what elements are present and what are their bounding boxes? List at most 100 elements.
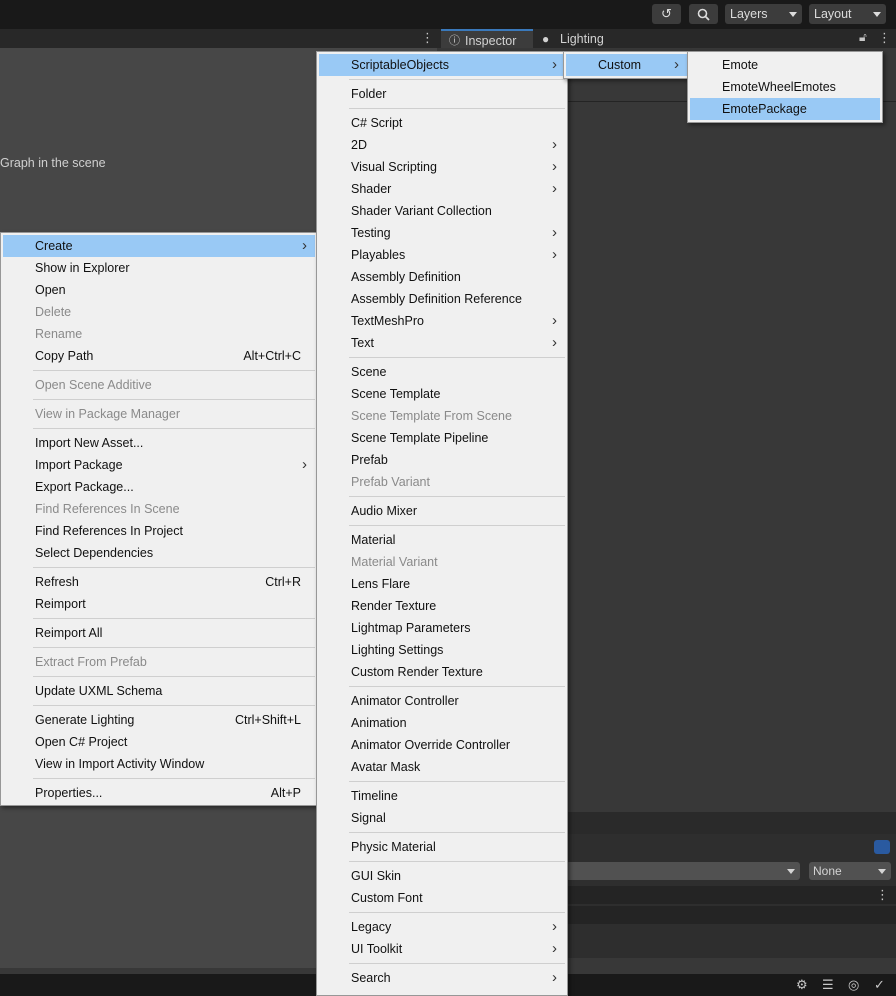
menu-item-shader[interactable]: Shader › xyxy=(319,178,565,200)
menu-item-update-uxml-schema[interactable]: Update UXML Schema xyxy=(3,680,315,702)
menu-item-assembly-definition[interactable]: Assembly Definition xyxy=(319,266,565,288)
menu-item-find-references-in-project[interactable]: Find References In Project xyxy=(3,520,315,542)
menu-item-folder[interactable]: Folder xyxy=(319,83,565,105)
menu-item-shader-variant-collection[interactable]: Shader Variant Collection xyxy=(319,200,565,222)
history-icon: ↺ xyxy=(661,6,672,21)
menu-item-label: GUI Skin xyxy=(351,869,402,883)
menu-item-testing[interactable]: Testing › xyxy=(319,222,565,244)
menu-item-open-c-project[interactable]: Open C# Project xyxy=(3,731,315,753)
menu-item-label: Create xyxy=(35,239,73,253)
menu-item-label: Lens Flare xyxy=(351,577,411,591)
menu-item-view-in-import-activity-window[interactable]: View in Import Activity Window xyxy=(3,753,315,775)
menu-item-custom[interactable]: Custom › xyxy=(566,54,687,76)
menu-item-label: Testing xyxy=(351,226,391,240)
menu-item-export-package[interactable]: Export Package... xyxy=(3,476,315,498)
menu-item-scene[interactable]: Scene xyxy=(319,361,565,383)
history-button[interactable]: ↺ xyxy=(652,4,681,24)
more-options-icon[interactable]: ⋮ xyxy=(876,887,889,903)
menu-item-lightmap-parameters[interactable]: Lightmap Parameters xyxy=(319,617,565,639)
chevron-right-icon: › xyxy=(674,56,679,73)
menu-item-prefab[interactable]: Prefab xyxy=(319,449,565,471)
menu-item-visual-scripting[interactable]: Visual Scripting › xyxy=(319,156,565,178)
check-circle-icon[interactable]: ✓ xyxy=(874,977,885,993)
menu-item-physic-material[interactable]: Physic Material xyxy=(319,836,565,858)
menu-item-emotewheelemotes[interactable]: EmoteWheelEmotes xyxy=(690,76,880,98)
chevron-right-icon: › xyxy=(552,969,557,986)
menu-item-label: EmoteWheelEmotes xyxy=(722,80,836,94)
menu-item-create[interactable]: Create › xyxy=(3,235,315,257)
menu-item-lighting-settings[interactable]: Lighting Settings xyxy=(319,639,565,661)
menu-item-timeline[interactable]: Timeline xyxy=(319,785,565,807)
network-icon[interactable]: ◎ xyxy=(848,977,859,993)
menu-item-2d[interactable]: 2D › xyxy=(319,134,565,156)
menu-item-generate-lighting[interactable]: Generate Lighting Ctrl+Shift+L xyxy=(3,709,315,731)
bottom-inspector-panel: None ⋮ xyxy=(566,812,896,958)
menu-item-prefab-variant: Prefab Variant xyxy=(319,471,565,493)
menu-item-reimport-all[interactable]: Reimport All xyxy=(3,622,315,644)
menu-item-text[interactable]: Text › xyxy=(319,332,565,354)
menu-item-import-package[interactable]: Import Package › xyxy=(3,454,315,476)
more-options-icon[interactable]: ⋮ xyxy=(421,30,434,46)
menu-item-custom-font[interactable]: Custom Font xyxy=(319,887,565,909)
menu-item-import-new-asset[interactable]: Import New Asset... xyxy=(3,432,315,454)
menu-separator xyxy=(33,370,315,371)
search-button[interactable] xyxy=(689,4,718,24)
menu-item-animator-override-controller[interactable]: Animator Override Controller xyxy=(319,734,565,756)
menu-item-shortcut: Ctrl+R xyxy=(265,575,301,589)
menu-item-select-dependencies[interactable]: Select Dependencies xyxy=(3,542,315,564)
menu-item-open[interactable]: Open xyxy=(3,279,315,301)
menu-item-scene-template[interactable]: Scene Template xyxy=(319,383,565,405)
menu-item-audio-mixer[interactable]: Audio Mixer xyxy=(319,500,565,522)
menu-item-label: Scene Template Pipeline xyxy=(351,431,489,445)
more-options-icon[interactable]: ⋮ xyxy=(878,30,891,46)
menu-item-scene-template-pipeline[interactable]: Scene Template Pipeline xyxy=(319,427,565,449)
menu-item-textmeshpro[interactable]: TextMeshPro › xyxy=(319,310,565,332)
menu-item-gui-skin[interactable]: GUI Skin xyxy=(319,865,565,887)
menu-item-scene-template-from-scene: Scene Template From Scene xyxy=(319,405,565,427)
menu-item-copy-path[interactable]: Copy Path Alt+Ctrl+C xyxy=(3,345,315,367)
menu-item-avatar-mask[interactable]: Avatar Mask xyxy=(319,756,565,778)
menu-item-label: Delete xyxy=(35,305,72,319)
menu-item-show-in-explorer[interactable]: Show in Explorer xyxy=(3,257,315,279)
menu-item-label: Import New Asset... xyxy=(35,436,144,450)
bug-icon[interactable]: ⚙ xyxy=(796,977,808,993)
menu-item-reimport[interactable]: Reimport xyxy=(3,593,315,615)
menu-item-label: Material Variant xyxy=(351,555,438,569)
layout-dropdown[interactable]: Layout xyxy=(809,4,886,24)
menu-item-label: Export Package... xyxy=(35,480,134,494)
menu-item-scriptableobjects[interactable]: ScriptableObjects › xyxy=(319,54,565,76)
menu-item-emote[interactable]: Emote xyxy=(690,54,880,76)
menu-item-search[interactable]: Search › xyxy=(319,967,565,989)
menu-item-animator-controller[interactable]: Animator Controller xyxy=(319,690,565,712)
menu-item-lens-flare[interactable]: Lens Flare xyxy=(319,573,565,595)
menu-separator xyxy=(33,399,315,400)
menu-item-animation[interactable]: Animation xyxy=(319,712,565,734)
tab-inspector-label: Inspector xyxy=(465,34,517,48)
menu-separator xyxy=(33,778,315,779)
menu-item-material[interactable]: Material xyxy=(319,529,565,551)
menu-item-ui-toolkit[interactable]: UI Toolkit › xyxy=(319,938,565,960)
asset-bundle-select[interactable] xyxy=(566,862,800,880)
menu-item-signal[interactable]: Signal xyxy=(319,807,565,829)
menu-item-refresh[interactable]: Refresh Ctrl+R xyxy=(3,571,315,593)
menu-item-label: Lightmap Parameters xyxy=(351,621,471,635)
menu-item-c-script[interactable]: C# Script xyxy=(319,112,565,134)
lock-icon[interactable]: 🔓︎ xyxy=(859,30,867,45)
menu-item-emotepackage[interactable]: EmotePackage xyxy=(690,98,880,120)
menu-item-label: Generate Lighting xyxy=(35,713,135,727)
layers-dropdown[interactable]: Layers xyxy=(725,4,802,24)
menu-item-label: Custom xyxy=(598,58,642,72)
menu-item-custom-render-texture[interactable]: Custom Render Texture xyxy=(319,661,565,683)
tag-icon[interactable] xyxy=(874,840,890,854)
menu-item-assembly-definition-reference[interactable]: Assembly Definition Reference xyxy=(319,288,565,310)
scene-hint-text: Graph in the scene xyxy=(0,156,106,170)
menu-item-legacy[interactable]: Legacy › xyxy=(319,916,565,938)
menu-item-properties[interactable]: Properties... Alt+P xyxy=(3,782,315,804)
menu-item-playables[interactable]: Playables › xyxy=(319,244,565,266)
database-icon[interactable]: ☰ xyxy=(822,977,834,993)
menu-item-render-texture[interactable]: Render Texture xyxy=(319,595,565,617)
menu-item-find-references-in-scene: Find References In Scene xyxy=(3,498,315,520)
bottom-row xyxy=(566,906,896,924)
variant-select[interactable]: None xyxy=(809,862,891,880)
preview-header xyxy=(566,812,896,834)
